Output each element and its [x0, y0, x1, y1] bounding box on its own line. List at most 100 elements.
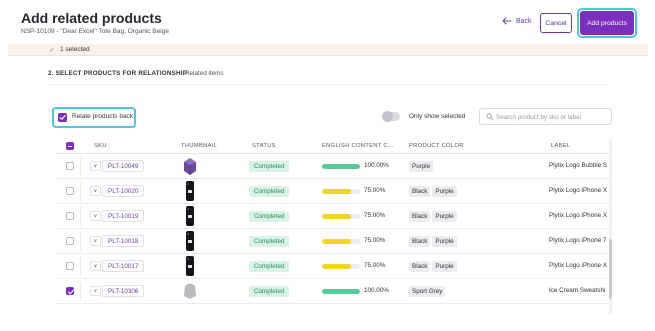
chevron-down-icon[interactable]: ∨: [90, 261, 101, 271]
completeness-bar: [322, 264, 360, 269]
completeness-fill: [322, 239, 351, 244]
only-selected-toggle[interactable]: [382, 111, 400, 122]
table-scrollbar[interactable]: [609, 139, 612, 314]
product-colors: Black Purple: [409, 211, 457, 222]
completeness-percent: 75.00%: [364, 187, 386, 194]
completeness-percent: 100.00%: [364, 162, 389, 169]
sku-link[interactable]: PLT-10019: [102, 210, 145, 222]
tab-select-products[interactable]: 2. SELECT PRODUCTS FOR RELATIONSHIP: [48, 70, 187, 77]
product-thumbnail: [182, 205, 198, 227]
product-colors: Black Purple: [409, 261, 457, 272]
product-thumbnail: [182, 155, 198, 177]
row-checkbox[interactable]: [66, 287, 75, 295]
sku-link[interactable]: PLT-10049: [102, 160, 145, 172]
tab-related-items[interactable]: Related items: [185, 70, 224, 77]
row-checkbox[interactable]: [66, 162, 74, 170]
table-row[interactable]: ∨ PLT-10020 Completed 75.00% Black Purple Plyt…: [56, 179, 612, 204]
chevron-down-icon[interactable]: ∨: [90, 186, 101, 196]
header: Add related products NSP-10109 - "Dear E…: [8, 0, 648, 44]
row-checkbox[interactable]: [66, 262, 74, 270]
color-tag: Black: [409, 261, 431, 272]
color-tag: Sport Grey: [409, 286, 446, 297]
color-tag: Purple: [432, 236, 457, 247]
products-table: SKU THUMBNAIL STATUS ENGLISH CONTENT C..…: [56, 139, 612, 314]
check-icon: [59, 115, 66, 120]
table-row[interactable]: ∨ PLT-10019 Completed 75.00% Black Purple Plyt…: [56, 204, 612, 229]
color-tag: Black: [409, 186, 431, 197]
completeness-bar: [322, 189, 360, 194]
completeness-percent: 75.00%: [364, 212, 386, 219]
sku-link[interactable]: PLT-10020: [102, 185, 145, 197]
completeness-fill: [322, 264, 351, 269]
sku-link[interactable]: PLT-10018: [102, 235, 145, 247]
row-checkbox[interactable]: [66, 237, 74, 245]
status-badge: Completed: [249, 161, 290, 172]
status-badge: Completed: [249, 211, 290, 222]
table-row[interactable]: ∨ PLT-10049 Completed 100.00% Purple Plytix L…: [56, 154, 612, 179]
status-badge: Completed: [249, 236, 290, 247]
product-colors: Sport Grey: [409, 286, 446, 297]
color-tag: Purple: [432, 211, 457, 222]
toggle-knob: [382, 111, 393, 122]
product-thumbnail: [182, 255, 198, 277]
back-label: Back: [516, 17, 532, 25]
product-label: Plytix Logo iPhone 7: [549, 237, 607, 244]
completeness-fill: [322, 164, 360, 169]
product-label: Plytix Logo iPhone X: [549, 212, 608, 219]
search-box: [479, 108, 612, 125]
sku-link[interactable]: PLT-10017: [102, 260, 145, 272]
completeness-bar: [322, 289, 360, 294]
search-icon: [486, 113, 493, 120]
table-row[interactable]: ∨ PLT-10017 Completed 75.00% Black Purple Plyt…: [56, 254, 612, 279]
completeness-percent: 100.00%: [364, 287, 389, 294]
cancel-button[interactable]: Cancel: [540, 13, 572, 33]
column-header-sku[interactable]: SKU: [94, 143, 107, 149]
table-row[interactable]: ∨ PLT-10018 Completed 75.00% Black Purple Plyt…: [56, 229, 612, 254]
table-row[interactable]: ∨ PLT-10306 Completed 100.00% Sport Grey Ice …: [56, 279, 612, 304]
add-products-button[interactable]: Add products: [580, 11, 634, 35]
completeness-fill: [322, 214, 351, 219]
sku-link[interactable]: PLT-10306: [102, 285, 145, 297]
color-tag: Purple: [409, 161, 434, 172]
product-colors: Black Purple: [409, 186, 457, 197]
completeness-fill: [322, 189, 351, 194]
color-tag: Purple: [432, 261, 457, 272]
page-subtitle: NSP-10109 - "Dear Excel" Tote Bag, Organ…: [21, 28, 169, 35]
column-header-english-content[interactable]: ENGLISH CONTENT C...: [322, 143, 394, 149]
chevron-down-icon[interactable]: ∨: [90, 211, 101, 221]
product-label: Ice Cream Sweatshi: [549, 287, 606, 294]
chevron-down-icon[interactable]: ∨: [90, 161, 101, 171]
completeness-fill: [322, 289, 360, 294]
row-checkbox[interactable]: [66, 212, 74, 220]
relate-back-label: Relate products back: [72, 113, 134, 120]
check-icon: [67, 289, 75, 295]
selection-count: 1 selected: [60, 46, 90, 53]
product-colors: Purple: [409, 161, 434, 172]
select-all-checkbox[interactable]: [66, 142, 74, 150]
status-badge: Completed: [249, 261, 290, 272]
section-divider: [48, 84, 608, 85]
check-icon: ✓: [49, 47, 55, 54]
column-divider: [80, 232, 81, 251]
column-header-label[interactable]: LABEL: [551, 143, 571, 149]
column-header-product-color[interactable]: PRODUCT COLOR: [409, 143, 464, 149]
column-divider: [80, 182, 81, 201]
back-arrow-icon: [502, 17, 512, 25]
search-input[interactable]: [496, 112, 608, 122]
product-label: Plytix Logo iPhone X: [549, 262, 608, 269]
completeness-bar: [322, 214, 360, 219]
status-badge: Completed: [249, 186, 290, 197]
scrollbar-thumb[interactable]: [609, 239, 612, 299]
table-header: SKU THUMBNAIL STATUS ENGLISH CONTENT C..…: [56, 139, 612, 154]
relate-back-checkbox[interactable]: [58, 113, 67, 122]
product-thumbnail: [182, 180, 198, 202]
column-header-thumbnail[interactable]: THUMBNAIL: [181, 143, 217, 149]
chevron-down-icon[interactable]: ∨: [90, 286, 101, 296]
product-thumbnail: [182, 280, 198, 302]
back-button[interactable]: Back: [502, 17, 532, 25]
column-header-status[interactable]: STATUS: [252, 143, 276, 149]
row-checkbox[interactable]: [66, 187, 74, 195]
selection-bar: ✓ 1 selected: [8, 44, 648, 56]
chevron-down-icon[interactable]: ∨: [90, 236, 101, 246]
completeness-bar: [322, 164, 360, 169]
